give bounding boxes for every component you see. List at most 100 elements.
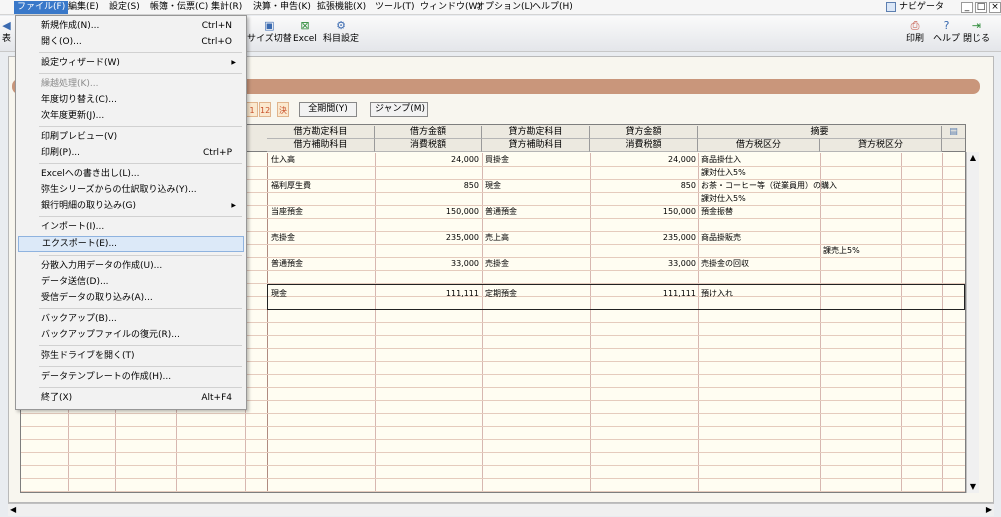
credit-amount-cell[interactable]: 24,000 bbox=[592, 153, 696, 166]
print-button[interactable]: ⎙ 印刷 bbox=[906, 19, 924, 45]
credit-tax-class-cell[interactable] bbox=[823, 270, 939, 283]
debit-tax-class-cell[interactable]: 課対仕入5% bbox=[701, 166, 817, 179]
menu-item-backup[interactable]: バックアップ(B)... bbox=[18, 311, 244, 327]
minimize-button[interactable]: _ bbox=[961, 2, 973, 13]
credit-tax-class-cell[interactable] bbox=[823, 166, 939, 179]
credit-tax-class-cell[interactable] bbox=[823, 192, 939, 205]
menu-item-send-data[interactable]: データ送信(D)... bbox=[18, 274, 244, 290]
jump-button[interactable]: ジャンプ(M) bbox=[370, 102, 428, 117]
menu-item-print[interactable]: 印刷(P)... Ctrl+P bbox=[18, 145, 244, 161]
excel-button[interactable]: ⊠ Excel bbox=[293, 19, 317, 45]
column-settings-icon[interactable]: ▤ bbox=[942, 126, 965, 139]
size-switch-button[interactable]: ▣ サイズ切替 bbox=[247, 19, 292, 45]
scroll-down-arrow-icon[interactable]: ▼ bbox=[967, 481, 979, 493]
menu-item-receive-data[interactable]: 受信データの取り込み(A)... bbox=[18, 290, 244, 306]
debit-account-cell[interactable]: 当座預金 bbox=[271, 205, 371, 218]
menu-aggregate[interactable]: 集計(R) bbox=[208, 1, 245, 14]
credit-tax-class-cell[interactable] bbox=[823, 218, 939, 231]
debit-account-cell[interactable]: 売掛金 bbox=[271, 231, 371, 244]
menu-item-yayoi-import[interactable]: 弥生シリーズからの仕訳取り込み(Y)... bbox=[18, 182, 244, 198]
debit-account-cell[interactable]: 仕入高 bbox=[271, 153, 371, 166]
header-debit-tax-class[interactable]: 借方税区分 bbox=[698, 139, 820, 152]
menu-item-setup-wizard[interactable]: 設定ウィザード(W) ▶ bbox=[18, 55, 244, 71]
vertical-scrollbar[interactable]: ▲ ▼ bbox=[966, 152, 979, 493]
header-memo[interactable]: 摘要 bbox=[698, 126, 942, 139]
month-cell-closing[interactable]: 決 bbox=[277, 102, 289, 117]
header-credit-amount[interactable]: 貸方金額 bbox=[590, 126, 698, 139]
memo-cell[interactable]: 売掛金の回収 bbox=[701, 257, 939, 270]
menu-item-exit[interactable]: 終了(X) Alt+F4 bbox=[18, 390, 244, 406]
memo-cell[interactable]: 商品掛仕入 bbox=[701, 153, 939, 166]
memo-cell[interactable]: お茶・コーヒー等（従業員用）の購入 bbox=[701, 179, 941, 192]
credit-tax-class-cell[interactable]: 課売上5% bbox=[823, 244, 899, 257]
header-debit-tax-amount[interactable]: 消費税額 bbox=[375, 139, 482, 152]
menu-closing[interactable]: 決算・申告(K) bbox=[250, 1, 314, 14]
menu-ledger[interactable]: 帳簿・伝票(C) bbox=[147, 1, 211, 14]
debit-tax-class-cell[interactable] bbox=[701, 218, 817, 231]
debit-amount-cell[interactable]: 24,000 bbox=[377, 153, 479, 166]
credit-amount-cell[interactable]: 850 bbox=[592, 179, 696, 192]
debit-account-cell[interactable]: 福利厚生費 bbox=[271, 179, 371, 192]
month-cell-12[interactable]: 12 bbox=[259, 102, 271, 117]
restore-button[interactable]: □ bbox=[975, 2, 987, 13]
debit-account-cell[interactable]: 普通預金 bbox=[271, 257, 371, 270]
credit-account-cell[interactable]: 売掛金 bbox=[485, 257, 585, 270]
header-debit-account[interactable]: 借方勘定科目 bbox=[267, 126, 375, 139]
scroll-left-arrow-icon[interactable]: ◀ bbox=[10, 504, 16, 516]
credit-account-cell[interactable]: 買掛金 bbox=[485, 153, 585, 166]
credit-amount-cell[interactable]: 235,000 bbox=[592, 231, 696, 244]
header-credit-subaccount[interactable]: 貸方補助科目 bbox=[482, 139, 590, 152]
close-button[interactable]: ⇥ 閉じる bbox=[963, 19, 990, 45]
memo-cell[interactable]: 商品掛販売 bbox=[701, 231, 939, 244]
menu-extensions[interactable]: 拡張機能(X) bbox=[314, 1, 369, 14]
menu-item-next-year-update[interactable]: 次年度更新(J)... bbox=[18, 108, 244, 124]
memo-cell[interactable]: 預金振替 bbox=[701, 205, 939, 218]
menu-file[interactable]: ファイル(F) bbox=[14, 1, 69, 14]
menu-item-open-drive[interactable]: 弥生ドライブを開く(T) bbox=[18, 348, 244, 364]
debit-amount-cell[interactable]: 235,000 bbox=[377, 231, 479, 244]
debit-amount-cell[interactable]: 150,000 bbox=[377, 205, 479, 218]
debit-amount-cell[interactable]: 33,000 bbox=[377, 257, 479, 270]
menu-item-export-excel[interactable]: Excelへの書き出し(L)... bbox=[18, 166, 244, 182]
debit-tax-class-cell[interactable] bbox=[701, 270, 817, 283]
menu-item-switch-year[interactable]: 年度切り替え(C)... bbox=[18, 92, 244, 108]
header-credit-tax-class[interactable]: 貸方税区分 bbox=[820, 139, 942, 152]
horizontal-scrollbar[interactable]: ◀ ▶ bbox=[8, 503, 994, 516]
scroll-right-arrow-icon[interactable]: ▶ bbox=[986, 504, 992, 516]
scroll-up-arrow-icon[interactable]: ▲ bbox=[967, 152, 979, 164]
all-period-button[interactable]: 全期間(Y) bbox=[299, 102, 357, 117]
debit-tax-class-cell[interactable] bbox=[701, 244, 817, 257]
debit-amount-cell[interactable]: 850 bbox=[377, 179, 479, 192]
menu-item-data-template[interactable]: データテンプレートの作成(H)... bbox=[18, 369, 244, 385]
menu-item-open[interactable]: 開く(O)... Ctrl+O bbox=[18, 34, 244, 50]
month-cell-1[interactable]: 1 bbox=[246, 102, 258, 117]
header-credit-tax-amount[interactable]: 消費税額 bbox=[590, 139, 698, 152]
help-button[interactable]: ? ヘルプ bbox=[933, 19, 960, 45]
credit-account-cell[interactable]: 普通預金 bbox=[485, 205, 585, 218]
debit-tax-class-cell[interactable]: 課対仕入5% bbox=[701, 192, 817, 205]
header-debit-amount[interactable]: 借方金額 bbox=[375, 126, 482, 139]
menu-item-export[interactable]: エクスポート(E)... bbox=[18, 236, 244, 252]
menu-tools[interactable]: ツール(T) bbox=[372, 1, 418, 14]
menu-item-new[interactable]: 新規作成(N)... Ctrl+N bbox=[18, 18, 244, 34]
credit-amount-cell[interactable]: 150,000 bbox=[592, 205, 696, 218]
credit-account-cell[interactable]: 現金 bbox=[485, 179, 585, 192]
navigator-button[interactable]: ナビゲータ bbox=[886, 1, 944, 14]
toolbar-left-button[interactable]: ◀ 表 bbox=[2, 19, 11, 45]
menu-edit[interactable]: 編集(E) bbox=[65, 1, 102, 14]
menu-options[interactable]: オプション(L) bbox=[473, 1, 536, 14]
credit-account-cell[interactable]: 売上高 bbox=[485, 231, 585, 244]
menu-item-restore-backup[interactable]: バックアップファイルの復元(R)... bbox=[18, 327, 244, 343]
menu-item-import[interactable]: インポート(I)... bbox=[18, 219, 244, 235]
menu-separator bbox=[39, 216, 242, 217]
menu-item-print-preview[interactable]: 印刷プレビュー(V) bbox=[18, 129, 244, 145]
menu-settings[interactable]: 設定(S) bbox=[106, 1, 143, 14]
account-settings-button[interactable]: ⚙ 科目設定 bbox=[323, 19, 359, 45]
menu-help[interactable]: ヘルプ(H) bbox=[529, 1, 576, 14]
menu-item-distributed-data[interactable]: 分散入力用データの作成(U)... bbox=[18, 258, 244, 274]
header-debit-subaccount[interactable]: 借方補助科目 bbox=[267, 139, 375, 152]
close-window-button[interactable]: × bbox=[989, 2, 1001, 13]
header-credit-account[interactable]: 貸方勘定科目 bbox=[482, 126, 590, 139]
menu-item-bank-import[interactable]: 銀行明細の取り込み(G) ▶ bbox=[18, 198, 244, 214]
credit-amount-cell[interactable]: 33,000 bbox=[592, 257, 696, 270]
